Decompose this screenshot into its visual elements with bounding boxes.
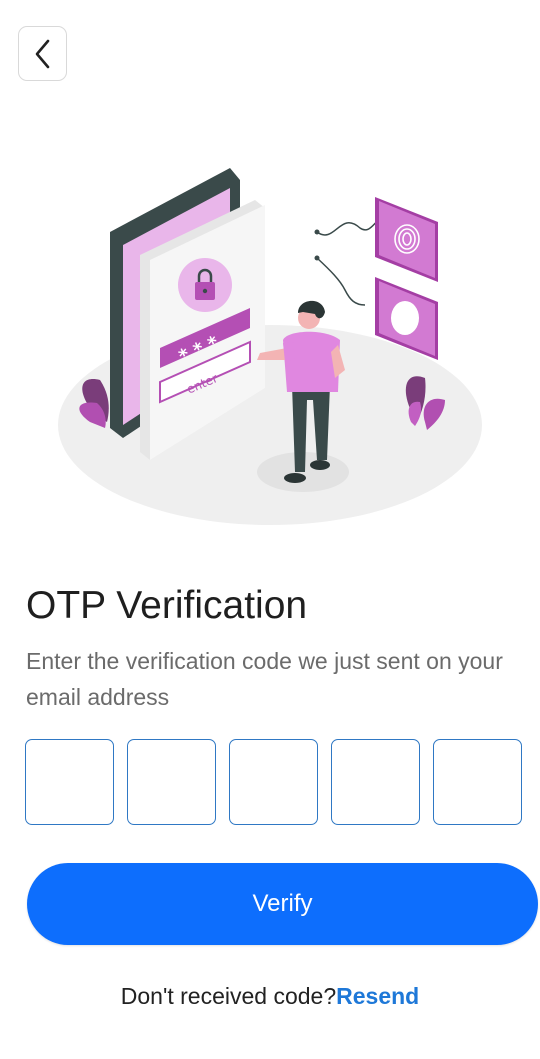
connector-line [316,257,366,306]
chevron-left-icon [35,39,49,68]
page-subtitle: Enter the verification code we just sent… [26,648,503,710]
connector-line [316,219,381,236]
resend-row: Don't received code?Resend [0,978,540,1014]
otp-digit-1[interactable] [25,739,114,825]
resend-prompt: Don't received code? [120,983,337,1009]
otp-digit-5[interactable] [433,739,522,825]
resend-link[interactable]: Resend [336,983,419,1009]
verify-button[interactable]: Verify [27,863,538,945]
otp-digit-4[interactable] [331,739,420,825]
face-icon [391,301,419,335]
page-title: OTP Verification [26,584,308,627]
back-button[interactable] [18,26,67,81]
otp-illustration: * * * enter [58,168,482,525]
otp-digit-3[interactable] [229,739,318,825]
fingerprint-card [375,197,438,282]
otp-verification-screen: * * * enter OTP Verification Enter the v… [0,0,540,1059]
otp-input-group [25,739,522,825]
otp-digit-2[interactable] [127,739,216,825]
